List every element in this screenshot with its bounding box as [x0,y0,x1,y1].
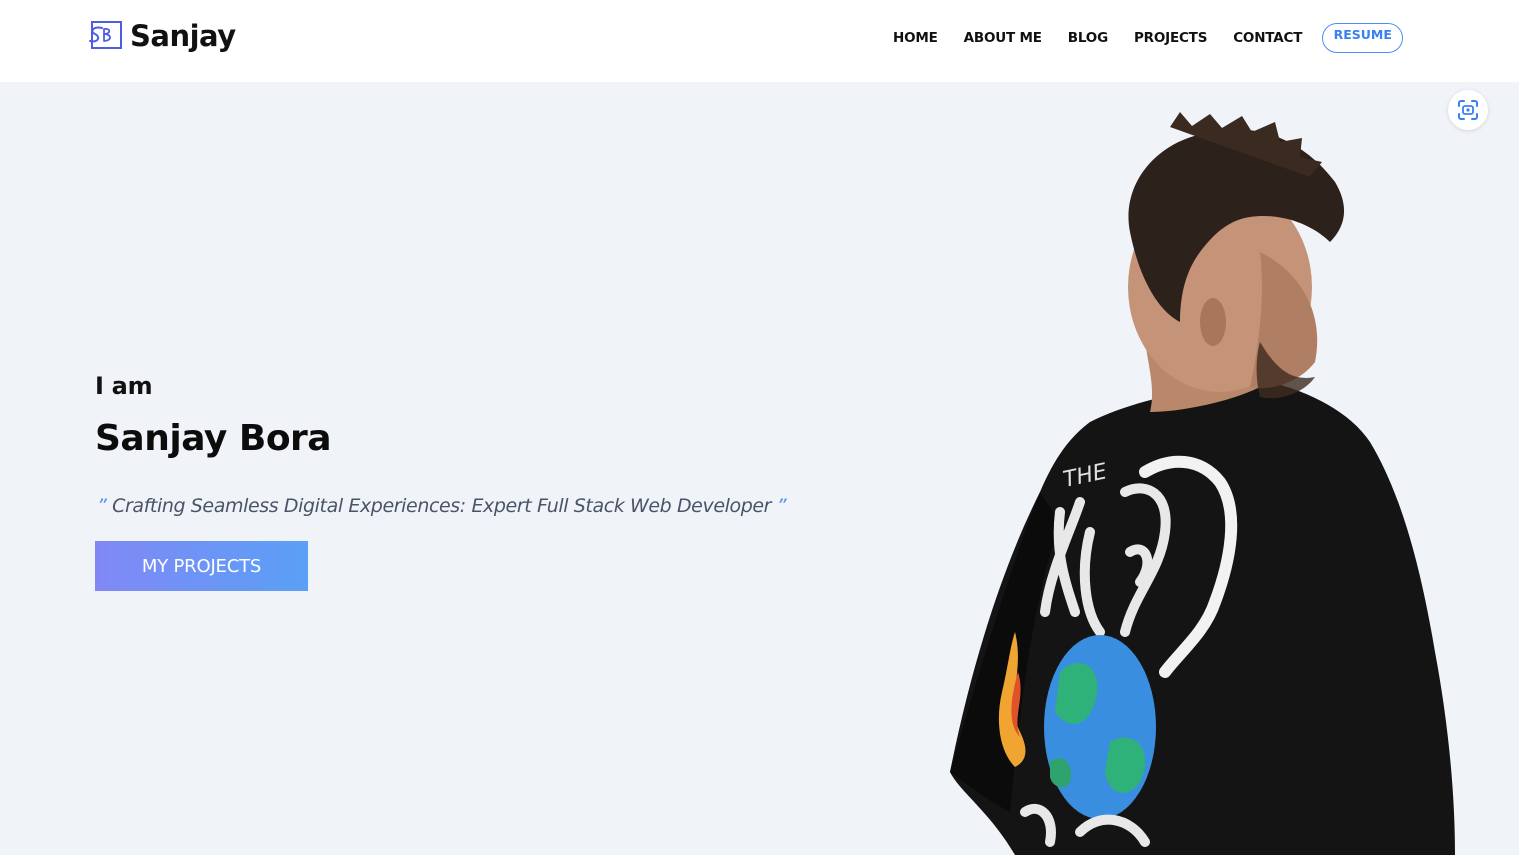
nav-blog[interactable]: BLOG [1068,30,1108,46]
resume-button[interactable]: RESUME [1322,23,1404,53]
logo-text: Sanjay [130,19,236,53]
intro-text: I am [95,372,153,400]
my-projects-button[interactable]: MY PROJECTS [95,541,308,591]
main-nav: HOME ABOUT ME BLOG PROJECTS CONTACT RESU… [880,23,1404,53]
nav-contact[interactable]: CONTACT [1233,30,1302,46]
quote-close: ” [776,495,787,517]
hero-section: I am Sanjay Bora ” Crafting Seamless Dig… [0,82,1519,855]
quote-open: ” [97,495,107,517]
nav-home[interactable]: HOME [893,30,938,46]
logo[interactable]: Sanjay [86,16,236,56]
hero-name: Sanjay Bora [95,418,332,459]
portrait-photo: THE [950,112,1455,855]
nav-about-me[interactable]: ABOUT ME [964,30,1042,46]
site-header: Sanjay HOME ABOUT ME BLOG PROJECTS CONTA… [0,0,1519,82]
logo-mark-icon [89,21,122,49]
nav-projects[interactable]: PROJECTS [1134,30,1207,46]
tagline-text: Crafting Seamless Digital Experiences: E… [112,495,772,517]
ear-shape [1200,298,1226,346]
hero-tagline: ” Crafting Seamless Digital Experiences:… [97,495,787,517]
globe-shape [1044,635,1156,819]
